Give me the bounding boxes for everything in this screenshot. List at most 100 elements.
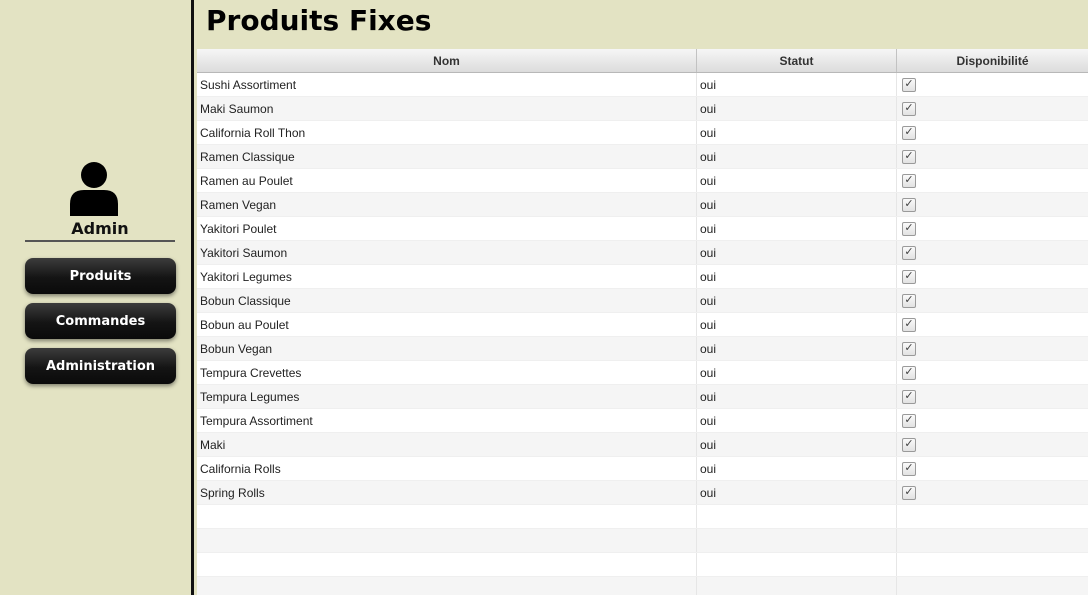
product-name-cell: California Rolls <box>197 457 697 480</box>
availability-checkbox[interactable]: ✓ <box>902 149 916 164</box>
page-title: Produits Fixes <box>206 4 432 37</box>
availability-checkbox[interactable]: ✓ <box>902 341 916 356</box>
availability-cell: ✓ <box>897 97 1088 120</box>
column-header-disponibilite[interactable]: Disponibilité <box>897 49 1088 72</box>
availability-cell: ✓ <box>897 385 1088 408</box>
divider <box>25 240 175 242</box>
table-row[interactable]: Tempura Legumes oui ✓ <box>197 385 1088 409</box>
checkmark-icon: ✓ <box>904 246 914 258</box>
checkmark-icon: ✓ <box>904 486 914 498</box>
availability-cell: ✓ <box>897 361 1088 384</box>
status-cell: oui <box>697 289 897 312</box>
availability-checkbox[interactable]: ✓ <box>902 245 916 260</box>
table-row[interactable]: Bobun Classique oui ✓ <box>197 289 1088 313</box>
product-name-cell: Ramen Classique <box>197 145 697 168</box>
product-name-cell: Bobun Classique <box>197 289 697 312</box>
availability-cell <box>897 505 1088 528</box>
table-row[interactable]: Bobun Vegan oui ✓ <box>197 337 1088 361</box>
column-header-statut[interactable]: Statut <box>697 49 897 72</box>
table-row[interactable]: Yakitori Poulet oui ✓ <box>197 217 1088 241</box>
sidebar: Admin Produits Commandes Administration <box>0 0 194 595</box>
table-row[interactable]: Yakitori Saumon oui ✓ <box>197 241 1088 265</box>
status-cell: oui <box>697 241 897 264</box>
availability-checkbox[interactable]: ✓ <box>902 125 916 140</box>
table-row[interactable]: Ramen au Poulet oui ✓ <box>197 169 1088 193</box>
availability-checkbox[interactable]: ✓ <box>902 197 916 212</box>
table-row[interactable]: Ramen Vegan oui ✓ <box>197 193 1088 217</box>
table-row[interactable]: Yakitori Legumes oui ✓ <box>197 265 1088 289</box>
status-cell: oui <box>697 457 897 480</box>
status-cell: oui <box>697 337 897 360</box>
availability-checkbox[interactable]: ✓ <box>902 437 916 452</box>
table-header: Nom Statut Disponibilité <box>197 49 1088 73</box>
produits-button[interactable]: Produits <box>25 258 176 294</box>
table-row[interactable]: Tempura Crevettes oui ✓ <box>197 361 1088 385</box>
main-panel: Produits Fixes Nom Statut Disponibilité … <box>194 0 1088 595</box>
table-row[interactable]: California Roll Thon oui ✓ <box>197 121 1088 145</box>
table-row[interactable]: Bobun au Poulet oui ✓ <box>197 313 1088 337</box>
product-name-cell: Yakitori Saumon <box>197 241 697 264</box>
availability-checkbox[interactable]: ✓ <box>902 77 916 92</box>
availability-cell: ✓ <box>897 313 1088 336</box>
product-name-cell: Tempura Crevettes <box>197 361 697 384</box>
availability-checkbox[interactable]: ✓ <box>902 389 916 404</box>
availability-checkbox[interactable]: ✓ <box>902 413 916 428</box>
checkmark-icon: ✓ <box>904 294 914 306</box>
product-name-cell: California Roll Thon <box>197 121 697 144</box>
empty-table-row <box>197 505 1088 529</box>
availability-checkbox[interactable]: ✓ <box>902 317 916 332</box>
availability-cell <box>897 577 1088 595</box>
availability-cell: ✓ <box>897 433 1088 456</box>
commandes-button[interactable]: Commandes <box>25 303 176 339</box>
column-header-nom[interactable]: Nom <box>197 49 697 72</box>
table-row[interactable]: Sushi Assortiment oui ✓ <box>197 73 1088 97</box>
product-name-cell: Yakitori Poulet <box>197 217 697 240</box>
product-name-cell: Maki Saumon <box>197 97 697 120</box>
availability-cell: ✓ <box>897 457 1088 480</box>
table-row[interactable]: Ramen Classique oui ✓ <box>197 145 1088 169</box>
status-cell: oui <box>697 217 897 240</box>
availability-checkbox[interactable]: ✓ <box>902 293 916 308</box>
checkmark-icon: ✓ <box>904 438 914 450</box>
product-name-cell: Ramen au Poulet <box>197 169 697 192</box>
table-row[interactable]: Maki Saumon oui ✓ <box>197 97 1088 121</box>
availability-cell: ✓ <box>897 241 1088 264</box>
checkmark-icon: ✓ <box>904 150 914 162</box>
product-name-cell: Bobun Vegan <box>197 337 697 360</box>
product-name-cell: Maki <box>197 433 697 456</box>
availability-cell <box>897 529 1088 552</box>
checkmark-icon: ✓ <box>904 462 914 474</box>
availability-checkbox[interactable]: ✓ <box>902 173 916 188</box>
availability-cell: ✓ <box>897 73 1088 96</box>
user-name: Admin <box>71 219 129 238</box>
status-cell <box>697 505 897 528</box>
table-row[interactable]: Spring Rolls oui ✓ <box>197 481 1088 505</box>
status-cell <box>697 553 897 576</box>
availability-checkbox[interactable]: ✓ <box>902 461 916 476</box>
availability-checkbox[interactable]: ✓ <box>902 365 916 380</box>
checkmark-icon: ✓ <box>904 390 914 402</box>
empty-table-row <box>197 553 1088 577</box>
product-name-cell: Spring Rolls <box>197 481 697 504</box>
availability-checkbox[interactable]: ✓ <box>902 269 916 284</box>
product-name-cell: Tempura Assortiment <box>197 409 697 432</box>
status-cell: oui <box>697 265 897 288</box>
status-cell: oui <box>697 73 897 96</box>
table-row[interactable]: California Rolls oui ✓ <box>197 457 1088 481</box>
product-name-cell <box>197 553 697 576</box>
table-row[interactable]: Maki oui ✓ <box>197 433 1088 457</box>
availability-cell: ✓ <box>897 217 1088 240</box>
checkmark-icon: ✓ <box>904 342 914 354</box>
checkmark-icon: ✓ <box>904 222 914 234</box>
status-cell: oui <box>697 145 897 168</box>
product-name-cell <box>197 529 697 552</box>
table-row[interactable]: Tempura Assortiment oui ✓ <box>197 409 1088 433</box>
availability-cell: ✓ <box>897 409 1088 432</box>
availability-checkbox[interactable]: ✓ <box>902 221 916 236</box>
availability-checkbox[interactable]: ✓ <box>902 101 916 116</box>
status-cell: oui <box>697 97 897 120</box>
status-cell: oui <box>697 481 897 504</box>
products-table[interactable]: Nom Statut Disponibilité Sushi Assortime… <box>197 49 1088 595</box>
availability-checkbox[interactable]: ✓ <box>902 485 916 500</box>
administration-button[interactable]: Administration <box>25 348 176 384</box>
